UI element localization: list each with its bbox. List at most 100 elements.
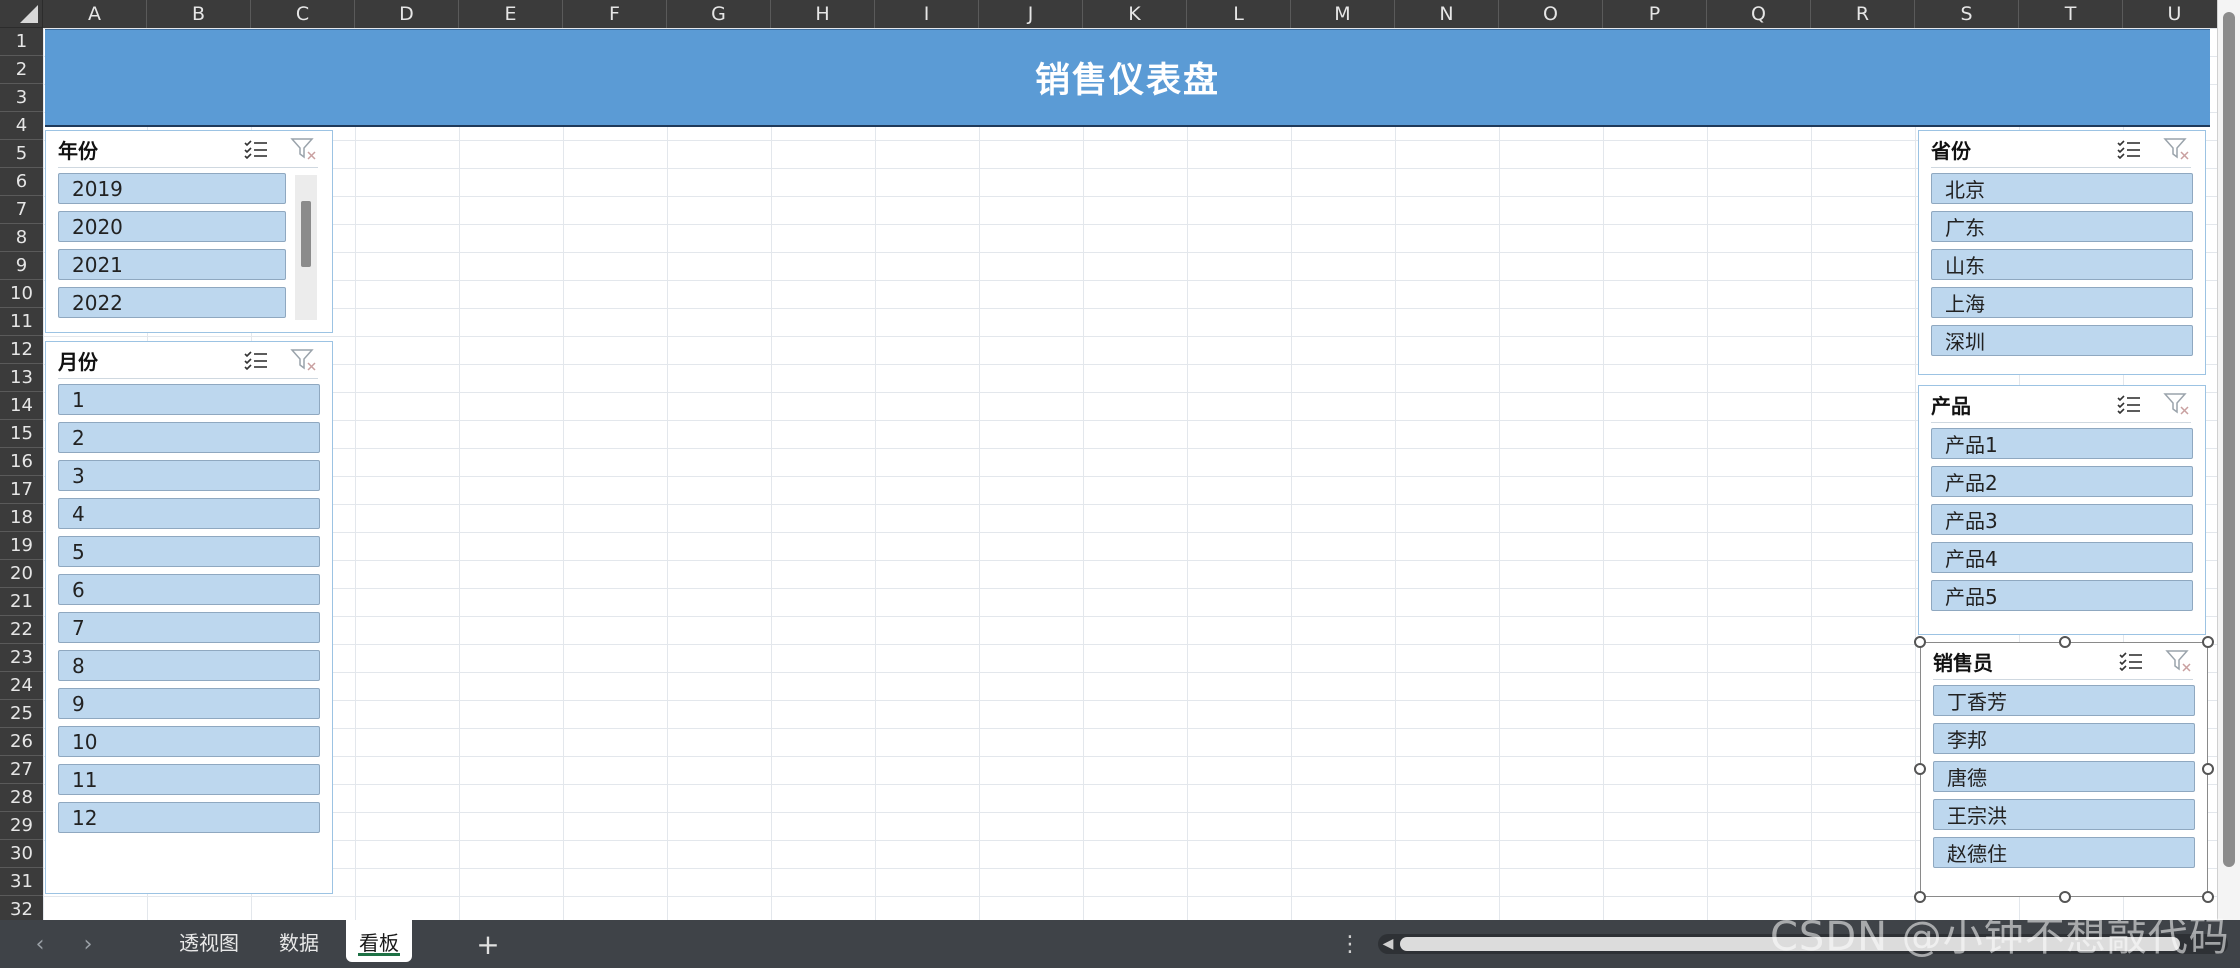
slicer-item[interactable]: 5 (58, 536, 320, 567)
slicer-item[interactable]: 2021 (58, 249, 286, 280)
resize-handle[interactable] (2059, 891, 2071, 903)
slicer-item[interactable]: 6 (58, 574, 320, 605)
row-header-1[interactable]: 1 (0, 28, 43, 56)
row-header-2[interactable]: 2 (0, 56, 43, 84)
column-header-l[interactable]: L (1187, 0, 1291, 28)
slicer-item[interactable]: 上海 (1931, 287, 2193, 318)
row-header-25[interactable]: 25 (0, 700, 43, 728)
column-header-s[interactable]: S (1915, 0, 2019, 28)
column-header-e[interactable]: E (459, 0, 563, 28)
resize-handle[interactable] (2202, 763, 2214, 775)
slicer-item[interactable]: 3 (58, 460, 320, 491)
slicer-item[interactable]: 唐德 (1933, 761, 2195, 792)
row-header-24[interactable]: 24 (0, 672, 43, 700)
slicer-year[interactable]: 年份 2019 2020 2021 2022 (45, 130, 333, 333)
column-header-d[interactable]: D (355, 0, 459, 28)
row-header-5[interactable]: 5 (0, 140, 43, 168)
column-header-b[interactable]: B (147, 0, 251, 28)
slicer-item[interactable]: 广东 (1931, 211, 2193, 242)
row-header-30[interactable]: 30 (0, 840, 43, 868)
slicer-item[interactable]: 7 (58, 612, 320, 643)
more-options-icon[interactable]: ⋮ (1339, 920, 1361, 968)
row-header-13[interactable]: 13 (0, 364, 43, 392)
slicer-item[interactable]: 2019 (58, 173, 286, 204)
sheet-tab-pivot[interactable]: 透视图 (166, 920, 252, 962)
multi-select-icon[interactable] (2115, 137, 2143, 161)
column-header-f[interactable]: F (563, 0, 667, 28)
column-header-c[interactable]: C (251, 0, 355, 28)
column-header-u[interactable]: U (2123, 0, 2227, 28)
clear-filter-icon[interactable] (290, 137, 318, 161)
row-header-28[interactable]: 28 (0, 784, 43, 812)
slicer-item[interactable]: 产品4 (1931, 542, 2193, 573)
slicer-item[interactable]: 10 (58, 726, 320, 757)
row-header-11[interactable]: 11 (0, 308, 43, 336)
row-header-17[interactable]: 17 (0, 476, 43, 504)
row-header-3[interactable]: 3 (0, 84, 43, 112)
vertical-scroll-thumb[interactable] (2223, 12, 2235, 867)
multi-select-icon[interactable] (2117, 649, 2145, 673)
row-header-29[interactable]: 29 (0, 812, 43, 840)
worksheet-grid[interactable] (43, 28, 2217, 920)
column-header-q[interactable]: Q (1707, 0, 1811, 28)
slicer-item[interactable]: 9 (58, 688, 320, 719)
resize-handle[interactable] (1914, 763, 1926, 775)
row-header-7[interactable]: 7 (0, 196, 43, 224)
column-header-r[interactable]: R (1811, 0, 1915, 28)
row-header-27[interactable]: 27 (0, 756, 43, 784)
row-header-9[interactable]: 9 (0, 252, 43, 280)
vertical-scrollbar[interactable] (2217, 0, 2240, 920)
row-header-18[interactable]: 18 (0, 504, 43, 532)
column-header-j[interactable]: J (979, 0, 1083, 28)
slicer-item[interactable]: 12 (58, 802, 320, 833)
clear-filter-icon[interactable] (2163, 137, 2191, 161)
slicer-item[interactable]: 2 (58, 422, 320, 453)
slicer-item[interactable]: 2020 (58, 211, 286, 242)
row-header-12[interactable]: 12 (0, 336, 43, 364)
row-header-14[interactable]: 14 (0, 392, 43, 420)
row-header-16[interactable]: 16 (0, 448, 43, 476)
slicer-province[interactable]: 省份 北京 广东 山东 上海 深圳 (1918, 130, 2206, 375)
resize-handle[interactable] (2202, 636, 2214, 648)
column-header-t[interactable]: T (2019, 0, 2123, 28)
scroll-left-icon[interactable]: ◀ (1380, 934, 1396, 954)
resize-handle[interactable] (2059, 636, 2071, 648)
row-header-15[interactable]: 15 (0, 420, 43, 448)
clear-filter-icon[interactable] (2165, 649, 2193, 673)
slicer-product[interactable]: 产品 产品1 产品2 产品3 产品4 产品5 (1918, 385, 2206, 635)
column-header-h[interactable]: H (771, 0, 875, 28)
multi-select-icon[interactable] (242, 137, 270, 161)
sheet-tab-dashboard[interactable]: 看板 (346, 920, 412, 962)
column-header-g[interactable]: G (667, 0, 771, 28)
slicer-item[interactable]: 产品2 (1931, 466, 2193, 497)
column-header-m[interactable]: M (1291, 0, 1395, 28)
column-header-p[interactable]: P (1603, 0, 1707, 28)
column-header-k[interactable]: K (1083, 0, 1187, 28)
slicer-item[interactable]: 1 (58, 384, 320, 415)
column-header-i[interactable]: I (875, 0, 979, 28)
column-header-n[interactable]: N (1395, 0, 1499, 28)
resize-handle[interactable] (1914, 891, 1926, 903)
row-header-22[interactable]: 22 (0, 616, 43, 644)
slicer-item[interactable]: 深圳 (1931, 325, 2193, 356)
next-sheet-icon[interactable]: › (73, 920, 103, 968)
column-header-o[interactable]: O (1499, 0, 1603, 28)
slicer-item[interactable]: 王宗洪 (1933, 799, 2195, 830)
resize-handle[interactable] (1914, 636, 1926, 648)
row-header-23[interactable]: 23 (0, 644, 43, 672)
slicer-item[interactable]: 赵德住 (1933, 837, 2195, 868)
row-header-21[interactable]: 21 (0, 588, 43, 616)
slicer-item[interactable]: 2022 (58, 287, 286, 318)
slicer-scrollbar[interactable] (295, 175, 317, 320)
row-header-20[interactable]: 20 (0, 560, 43, 588)
slicer-scroll-thumb[interactable] (301, 201, 311, 267)
slicer-item[interactable]: 丁香芳 (1933, 685, 2195, 716)
slicer-item[interactable]: 产品5 (1931, 580, 2193, 611)
slicer-item[interactable]: 产品1 (1931, 428, 2193, 459)
row-header-8[interactable]: 8 (0, 224, 43, 252)
prev-sheet-icon[interactable]: ‹ (25, 920, 55, 968)
slicer-month[interactable]: 月份 1 2 3 4 5 6 7 8 9 10 11 12 (45, 341, 333, 894)
row-header-26[interactable]: 26 (0, 728, 43, 756)
row-header-6[interactable]: 6 (0, 168, 43, 196)
multi-select-icon[interactable] (242, 348, 270, 372)
